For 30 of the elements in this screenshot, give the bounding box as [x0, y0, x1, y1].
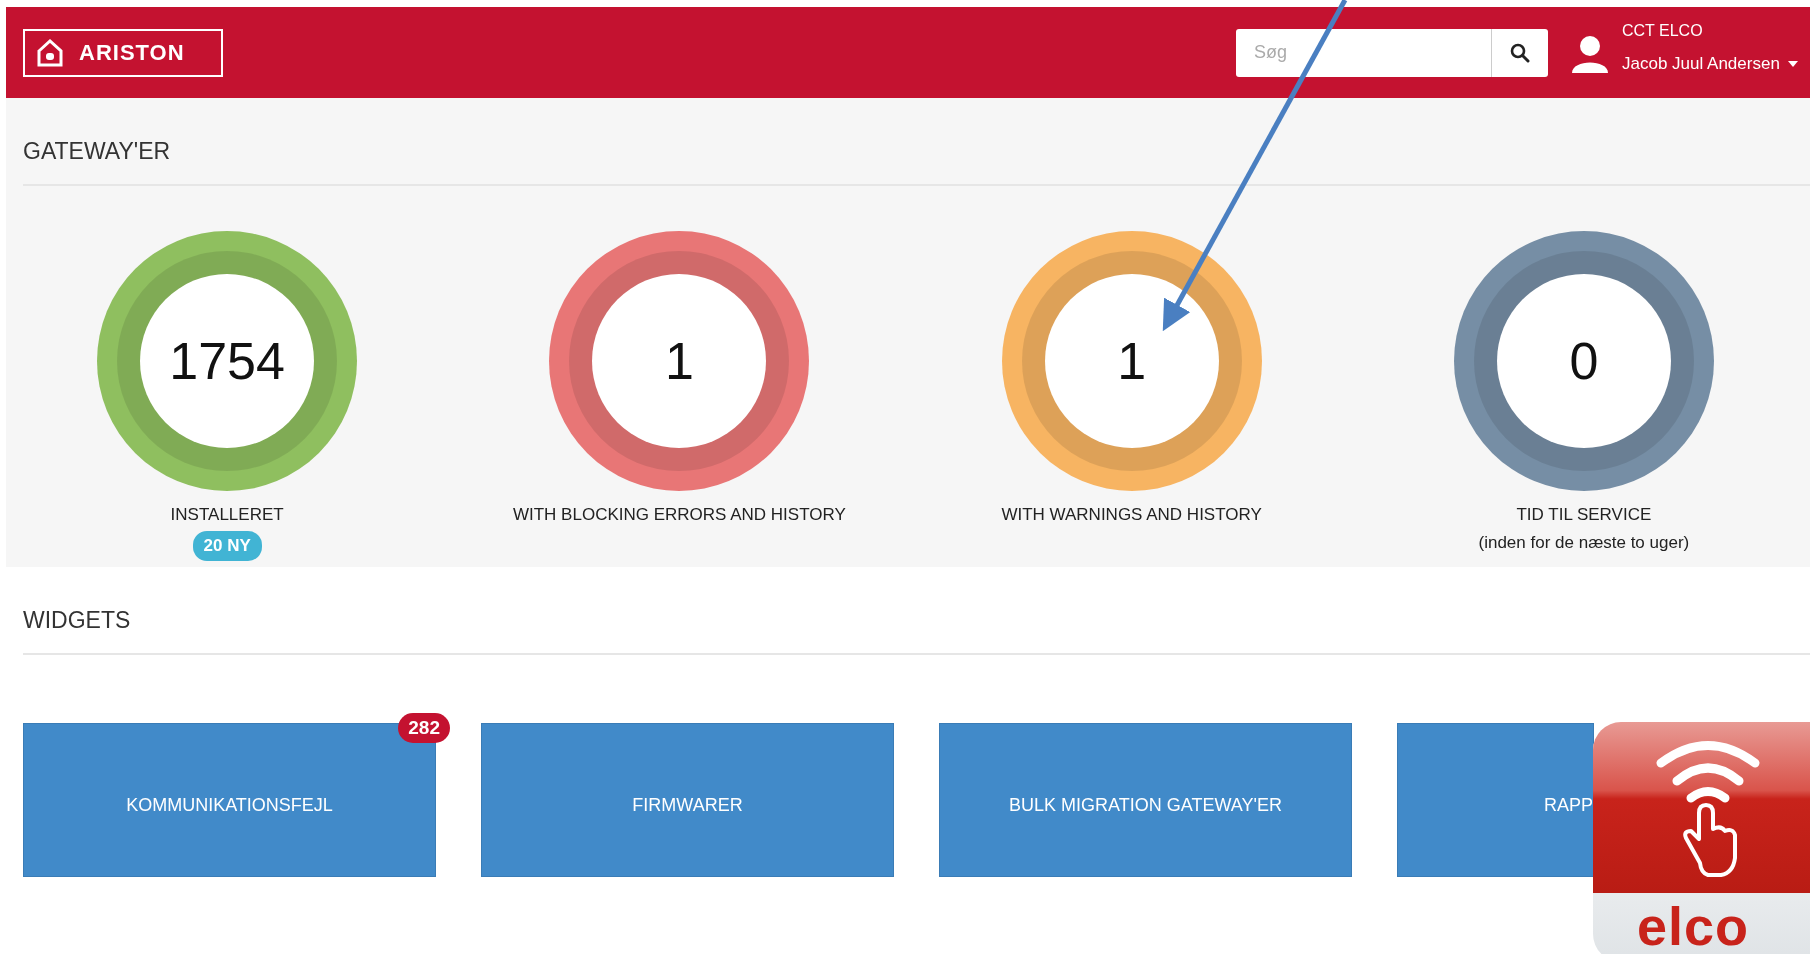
donut-gauge[interactable]: 1	[549, 231, 810, 491]
new-count: 20 NY	[192, 531, 262, 561]
section-title: WIDGETS	[23, 606, 132, 631]
caret-icon	[1787, 60, 1798, 67]
search-icon	[1510, 42, 1530, 63]
gauge-label: INSTALLERET	[170, 505, 284, 525]
ariston-logo[interactable]: ARISTON	[23, 28, 223, 77]
donut-gauge[interactable]: 1	[1001, 231, 1262, 491]
section-title: GATEWAY'ER	[23, 137, 172, 162]
company-name: CCT ELCO	[1622, 21, 1704, 40]
brand-name: elco	[1635, 895, 1751, 954]
gauge-label: WITH WARNINGS AND HISTORY	[1001, 505, 1262, 525]
widget-tile[interactable]: RAPP	[1397, 723, 1594, 877]
logo-text: ARISTON	[79, 39, 185, 66]
gauge-value: 1	[664, 331, 694, 391]
widget-tile[interactable]: FIRMWARER	[481, 723, 894, 877]
widget-tile[interactable]: BULK MIGRATION GATEWAY'ER	[939, 723, 1352, 877]
gauge-note: (inden for de næste to uger)	[1478, 533, 1690, 553]
gauge-value: 1754	[169, 331, 285, 391]
search-field[interactable]: Søg	[1236, 28, 1491, 77]
gauge-value: 0	[1569, 331, 1599, 391]
gauge-label: WITH BLOCKING ERRORS AND HISTORY	[512, 505, 846, 525]
gauge-label: TID TIL SERVICE	[1516, 505, 1652, 525]
donut-gauge[interactable]: 0	[1453, 231, 1714, 491]
search-button[interactable]	[1491, 28, 1548, 77]
house-icon	[37, 38, 63, 67]
donut-gauge[interactable]: 1754	[97, 231, 358, 491]
user-menu[interactable]: Jacob Juul Andersen	[1622, 53, 1798, 74]
gauge-value: 1	[1117, 331, 1147, 391]
count-badge: 282	[398, 713, 450, 743]
